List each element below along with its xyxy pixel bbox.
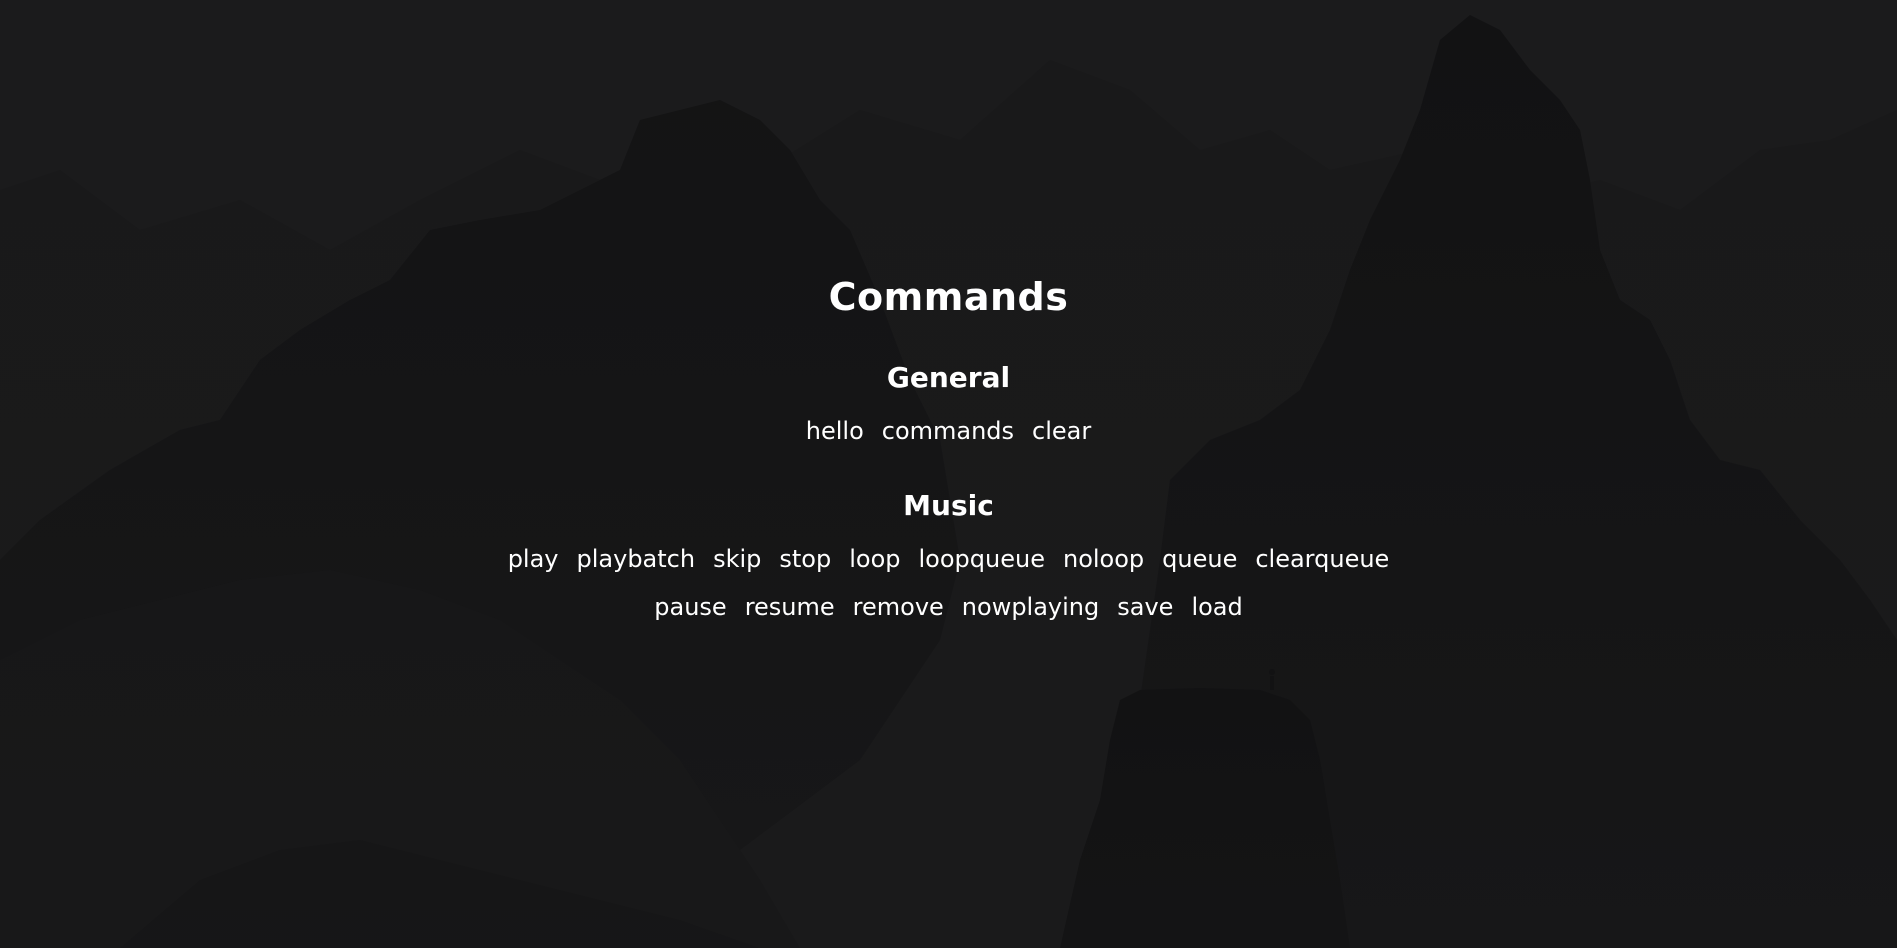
command-clearqueue[interactable]: clearqueue — [1255, 545, 1389, 573]
command-loopqueue[interactable]: loopqueue — [919, 545, 1045, 573]
commands-page: Commands General hello commands clear Mu… — [0, 0, 1897, 948]
command-pause[interactable]: pause — [654, 593, 726, 621]
command-skip[interactable]: skip — [713, 545, 761, 573]
command-clear[interactable]: clear — [1032, 417, 1091, 445]
command-save[interactable]: save — [1117, 593, 1173, 621]
command-hello[interactable]: hello — [806, 417, 864, 445]
command-commands[interactable]: commands — [882, 417, 1014, 445]
command-loop[interactable]: loop — [849, 545, 900, 573]
command-playbatch[interactable]: playbatch — [577, 545, 696, 573]
page-title: Commands — [828, 275, 1069, 319]
command-resume[interactable]: resume — [745, 593, 835, 621]
command-remove[interactable]: remove — [853, 593, 944, 621]
music-commands-row-1: play playbatch skip stop loop loopqueue … — [0, 545, 1897, 573]
section-title-general: General — [886, 361, 1011, 394]
command-nowplaying[interactable]: nowplaying — [962, 593, 1099, 621]
command-stop[interactable]: stop — [779, 545, 831, 573]
command-play[interactable]: play — [508, 545, 559, 573]
music-commands-row-2: pause resume remove nowplaying save load — [0, 593, 1897, 621]
command-queue[interactable]: queue — [1162, 545, 1237, 573]
general-commands-list: hello commands clear — [0, 417, 1897, 445]
command-load[interactable]: load — [1191, 593, 1242, 621]
command-noloop[interactable]: noloop — [1063, 545, 1144, 573]
section-title-music: Music — [903, 489, 994, 522]
